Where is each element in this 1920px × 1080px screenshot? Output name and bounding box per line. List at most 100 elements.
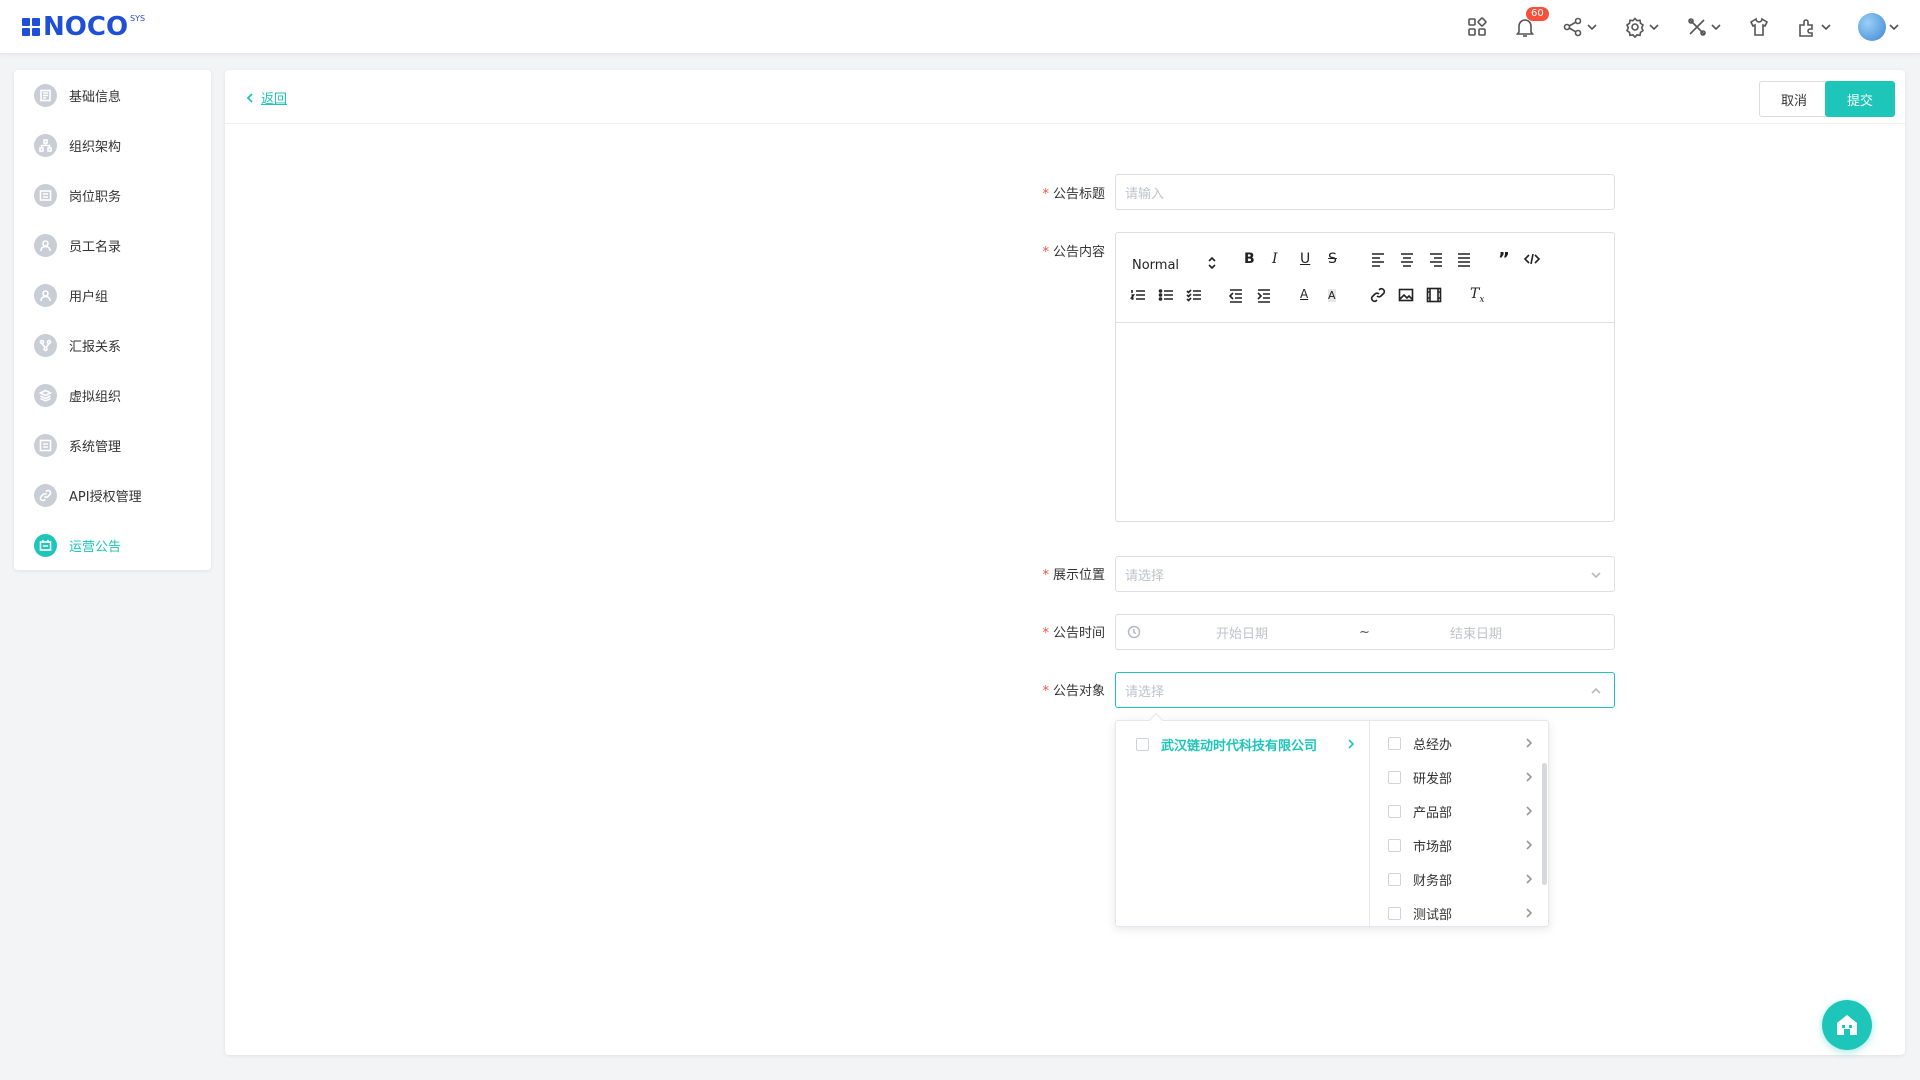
sidebar-item[interactable]: 系统管理 bbox=[14, 420, 211, 470]
code-icon bbox=[1523, 253, 1541, 265]
scrollbar[interactable] bbox=[1542, 763, 1547, 885]
home-button[interactable] bbox=[1822, 1000, 1872, 1050]
target-cascader[interactable]: 请选择 bbox=[1115, 672, 1615, 708]
option-label: 测试部 bbox=[1413, 907, 1453, 923]
sidebar-item[interactable]: 岗位职务 bbox=[14, 170, 211, 220]
sidebar-item[interactable]: 运营公告 bbox=[14, 520, 211, 570]
video-icon bbox=[1426, 287, 1442, 303]
strike-button[interactable]: S bbox=[1328, 251, 1337, 267]
sidebar-item[interactable]: 汇报关系 bbox=[14, 320, 211, 370]
chevron-down-icon bbox=[1711, 24, 1721, 31]
align-center-icon bbox=[1401, 253, 1413, 267]
cascader-level2: 总经办研发部产品部市场部财务部测试部 bbox=[1370, 721, 1550, 928]
panel-header: 返回 取消 提交 bbox=[225, 70, 1905, 124]
cascader-option[interactable]: 市场部 bbox=[1388, 835, 1538, 855]
italic-button[interactable]: I bbox=[1272, 251, 1278, 267]
sidebar-item-label: 系统管理 bbox=[69, 439, 122, 455]
sidebar-item[interactable]: 基础信息 bbox=[14, 70, 211, 120]
align-left-icon bbox=[1372, 253, 1384, 267]
sidebar: 基础信息组织架构岗位职务员工名录用户组 汇报关系 虚拟组织系统管理 API授权管理 运营… bbox=[14, 70, 211, 570]
checkbox[interactable] bbox=[1388, 906, 1401, 920]
sidebar-item[interactable]: 组织架构 bbox=[14, 120, 211, 170]
share-icon bbox=[1563, 17, 1582, 37]
title-input[interactable]: 请输入 bbox=[1115, 174, 1615, 210]
font-color-button[interactable]: A bbox=[1300, 287, 1308, 301]
logo[interactable]: NOCO SYS bbox=[22, 11, 145, 43]
cascader-option[interactable]: 研发部 bbox=[1388, 767, 1538, 787]
tools-icon bbox=[1688, 18, 1706, 36]
option-label: 财务部 bbox=[1413, 873, 1453, 889]
checkbox[interactable] bbox=[1388, 838, 1401, 852]
align-right-icon bbox=[1430, 253, 1442, 267]
bold-button[interactable]: B bbox=[1244, 251, 1255, 267]
option-label: 市场部 bbox=[1413, 839, 1453, 855]
settings-menu[interactable] bbox=[1624, 16, 1660, 38]
contacts-icon bbox=[34, 233, 57, 257]
sidebar-item[interactable]: API授权管理 bbox=[14, 470, 211, 520]
settings-icon bbox=[1625, 17, 1645, 38]
end-date-input[interactable]: 结束日期 bbox=[1450, 623, 1502, 642]
checkbox[interactable] bbox=[1136, 737, 1149, 751]
plugin-icon bbox=[1799, 19, 1813, 37]
share-menu[interactable] bbox=[1562, 16, 1598, 38]
sidebar-item[interactable]: 虚拟组织 bbox=[14, 370, 211, 420]
bullet-list-button[interactable] bbox=[1158, 287, 1174, 307]
check-list-button[interactable] bbox=[1186, 287, 1202, 307]
link-button[interactable] bbox=[1370, 287, 1386, 307]
document-icon bbox=[34, 83, 57, 107]
chevron-down-icon bbox=[1821, 24, 1831, 31]
cancel-button[interactable]: 取消 bbox=[1759, 81, 1829, 117]
option-label: 总经办 bbox=[1413, 737, 1453, 753]
cascader-option[interactable]: 财务部 bbox=[1388, 869, 1538, 889]
video-button[interactable] bbox=[1426, 287, 1442, 307]
sort-icon bbox=[1208, 256, 1216, 270]
align-center-button[interactable] bbox=[1399, 251, 1415, 271]
sidebar-item[interactable]: 员工名录 bbox=[14, 220, 211, 270]
ordered-list-button[interactable] bbox=[1130, 287, 1146, 307]
cascader-level1: 武汉链动时代科技有限公司 bbox=[1116, 721, 1370, 928]
cascader-option[interactable]: 产品部 bbox=[1388, 801, 1538, 821]
checkbox[interactable] bbox=[1388, 872, 1401, 886]
cascader-option[interactable]: 武汉链动时代科技有限公司 bbox=[1136, 734, 1356, 754]
clear-format-button[interactable]: Tx bbox=[1470, 286, 1484, 305]
org-tree-icon bbox=[34, 133, 57, 157]
start-date-input[interactable]: 开始日期 bbox=[1216, 623, 1268, 642]
indent-icon bbox=[1257, 289, 1270, 303]
align-justify-button[interactable] bbox=[1456, 251, 1472, 271]
theme-button[interactable] bbox=[1748, 16, 1770, 38]
background-color-button[interactable]: A bbox=[1328, 289, 1336, 302]
tools-menu[interactable] bbox=[1686, 16, 1722, 38]
sidebar-item[interactable]: 用户组 bbox=[14, 270, 211, 320]
align-left-button[interactable] bbox=[1370, 251, 1386, 271]
indent-button[interactable] bbox=[1256, 287, 1272, 307]
image-button[interactable] bbox=[1398, 287, 1414, 307]
notification-badge: 60 bbox=[1526, 7, 1549, 21]
cascader-option[interactable]: 总经办 bbox=[1388, 733, 1538, 753]
underline-button[interactable]: U bbox=[1300, 251, 1310, 267]
back-link[interactable]: 返回 bbox=[245, 88, 287, 107]
position-select[interactable]: 请选择 bbox=[1115, 556, 1615, 592]
checkbox[interactable] bbox=[1388, 770, 1401, 784]
outdent-button[interactable] bbox=[1228, 287, 1244, 307]
date-range-picker[interactable]: 开始日期 ~ 结束日期 bbox=[1115, 614, 1615, 650]
font-size-select[interactable]: Normal bbox=[1132, 256, 1222, 273]
sidebar-item-label: 员工名录 bbox=[69, 239, 122, 255]
cascader-option[interactable]: 测试部 bbox=[1388, 903, 1538, 923]
option-label: 产品部 bbox=[1413, 805, 1453, 821]
checkbox[interactable] bbox=[1388, 736, 1401, 750]
sidebar-item-label: 组织架构 bbox=[69, 139, 122, 155]
user-menu[interactable] bbox=[1858, 13, 1900, 41]
apps-button[interactable] bbox=[1466, 16, 1488, 38]
blockquote-button[interactable]: ” bbox=[1498, 249, 1510, 270]
checkbox[interactable] bbox=[1388, 804, 1401, 818]
code-button[interactable] bbox=[1523, 251, 1541, 271]
align-right-button[interactable] bbox=[1428, 251, 1444, 271]
notifications-button[interactable]: 60 bbox=[1514, 7, 1549, 38]
chevron-up-icon bbox=[1591, 687, 1601, 694]
submit-button[interactable]: 提交 bbox=[1825, 81, 1895, 117]
apps-icon bbox=[1468, 17, 1487, 36]
top-toolbar: 60 bbox=[1440, 0, 1900, 54]
editor-content[interactable] bbox=[1116, 323, 1614, 521]
plugin-menu[interactable] bbox=[1796, 16, 1832, 38]
chevron-right-icon bbox=[1526, 840, 1533, 850]
